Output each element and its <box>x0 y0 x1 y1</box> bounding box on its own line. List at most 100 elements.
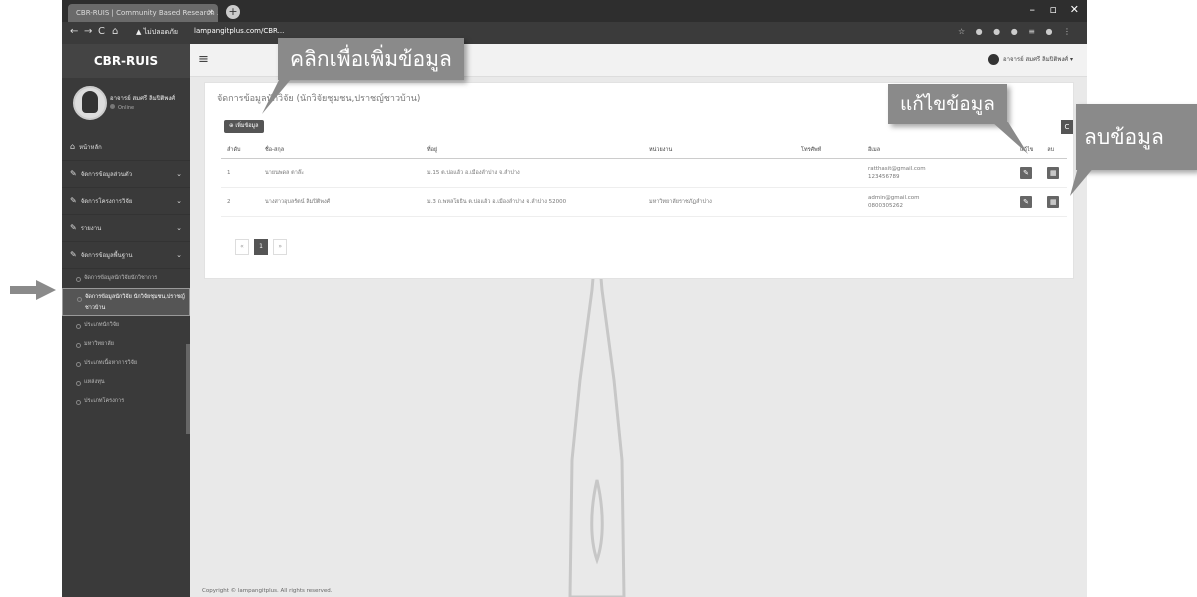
cell-org <box>643 158 795 188</box>
url-field[interactable]: lampangitplus.com/CBR... <box>194 27 284 35</box>
edit-icon[interactable]: ✎ <box>1020 196 1032 208</box>
sidebar-subitem-researcher-types[interactable]: ประเภทนักวิจัย <box>62 316 190 335</box>
footer-copyright: Copyright © lampangitplus. All rights re… <box>202 588 333 594</box>
column-header: ลำดับ <box>221 141 259 159</box>
home-icon[interactable]: ⌂ <box>112 26 118 37</box>
sidebar-subitem-community-researchers[interactable]: จัดการข้อมูลนักวิจัย นักวิจัยชุมชน,ปราชญ… <box>62 288 190 316</box>
sidebar-subitem-funding[interactable]: แหล่งทุน <box>62 373 190 392</box>
close-window-icon[interactable]: ✕ <box>1070 3 1079 16</box>
pagination-prev[interactable]: « <box>235 239 249 255</box>
sidebar-item-master-data[interactable]: ✎ จัดการข้อมูลพื้นฐาน ⌄ <box>62 242 190 269</box>
cell-phone <box>795 187 862 217</box>
trash-icon[interactable]: ▦ <box>1047 167 1060 179</box>
callout-add: คลิกเพื่อเพิ่มข้อมูล <box>278 38 464 80</box>
user-avatar-icon <box>987 54 999 65</box>
cell-address: ม.3 ถ.พหลโยธิน ต.บ่อแฮ้ว อ.เมืองลำปาง จ.… <box>421 187 643 217</box>
sidebar-item-home[interactable]: ⌂ หน้าหลัก <box>62 134 190 161</box>
column-header: ชื่อ-สกุล <box>259 141 421 159</box>
edit-icon[interactable]: ✎ <box>1020 167 1032 179</box>
sidebar-subitem-universities[interactable]: มหาวิทยาลัย <box>62 335 190 354</box>
cell-email: admin@gmail.com 0800305262 <box>862 187 1014 217</box>
user-menu[interactable]: อาจารย์ สมศรี ลิมปิติพงศ์ ▾ <box>987 54 1073 65</box>
cell-address: ม.15 ต.บ่อแฮ้ว อ.เมืองลำปาง จ.ลำปาง <box>421 158 643 188</box>
collapse-button[interactable]: C <box>1061 120 1073 134</box>
cell-no: 1 <box>221 158 259 188</box>
cell-delete: ▦ <box>1041 158 1067 188</box>
maximize-icon[interactable]: ▫ <box>1050 3 1057 16</box>
column-header: โทรศัพท์ <box>795 141 862 159</box>
cell-phone <box>795 158 862 188</box>
table-row: 1 นายนพดล ตาล๊ะ ม.15 ต.บ่อแฮ้ว อ.เมืองลำ… <box>221 158 1067 188</box>
column-header: ที่อยู่ <box>421 141 643 159</box>
cell-edit: ✎ <box>1014 158 1042 188</box>
topbar-user-name: อาจารย์ สมศรี ลิมปิติพงศ์ <box>1002 56 1069 63</box>
sidebar-subitem-academics[interactable]: จัดการข้อมูลนักวิจัยนักวิชาการ <box>62 269 190 288</box>
column-header: ลบ <box>1041 141 1067 159</box>
add-button[interactable]: ⊕ เพิ่มข้อมูล <box>224 120 264 133</box>
column-header: หน่วยงาน <box>643 141 795 159</box>
tab-title: CBR-RUIS | Community Based Research ... <box>76 9 218 17</box>
pagination-page[interactable]: 1 <box>254 239 269 255</box>
browser-tab[interactable]: CBR-RUIS | Community Based Research ... … <box>68 4 218 22</box>
new-tab-icon[interactable]: + <box>226 5 240 19</box>
chevron-down-icon: ⌄ <box>176 197 182 205</box>
edit-icon: ✎ <box>70 250 77 259</box>
address-bar: ← → C ⌂ ▲ ไม่ปลอดภัย lampangitplus.com/C… <box>62 22 1087 44</box>
cell-delete: ▦ <box>1041 187 1067 217</box>
edit-icon: ✎ <box>70 169 77 178</box>
sidebar-item-label: จัดการโครงการวิจัย <box>80 198 133 205</box>
browser-tab-bar: CBR-RUIS | Community Based Research ... … <box>62 0 1087 22</box>
sidebar-item-label: จัดการข้อมูลพื้นฐาน <box>80 252 133 259</box>
pagination: « 1 » <box>235 239 288 255</box>
insecure-label[interactable]: ▲ ไม่ปลอดภัย <box>136 27 178 38</box>
home-icon: ⌂ <box>70 142 76 151</box>
page-title: จัดการข้อมูลนักวิจัย (นักวิจัยชุมชน,ปราช… <box>217 94 421 104</box>
sidebar-item-profile[interactable]: ✎ จัดการข้อมูลส่วนตัว ⌄ <box>62 161 190 188</box>
sidebar-item-reports[interactable]: ✎ รายงาน ⌄ <box>62 215 190 242</box>
avatar <box>73 86 107 120</box>
user-status-text: Online <box>118 105 135 111</box>
cell-name: นางสาวอุบลรัตน์ ลิมปิติพงศ์ <box>259 187 421 217</box>
minimize-icon[interactable]: – <box>1030 3 1036 16</box>
sidebar-item-label: รายงาน <box>80 225 102 232</box>
cell-edit: ✎ <box>1014 187 1042 217</box>
table-header-row: ลำดับ ชื่อ-สกุล ที่อยู่ หน่วยงาน โทรศัพท… <box>221 141 1067 159</box>
sidebar-item-projects[interactable]: ✎ จัดการโครงการวิจัย ⌄ <box>62 188 190 215</box>
back-icon[interactable]: ← <box>70 26 78 37</box>
sidebar-item-label: จัดการข้อมูลส่วนตัว <box>80 171 133 178</box>
edit-icon: ✎ <box>70 196 77 205</box>
brand-title[interactable]: CBR-RUIS <box>62 44 190 78</box>
sidebar-subitem-research-content[interactable]: ประเภทเนื้อหาการวิจัย <box>62 354 190 373</box>
chevron-down-icon: ⌄ <box>176 170 182 178</box>
callout-edit: แก้ไขข้อมูล <box>888 84 1007 124</box>
sidebar-user-name: อาจารย์ สมศรี ลิมปิติพงศ์ <box>110 95 176 102</box>
user-panel: อาจารย์ สมศรี ลิมปิติพงศ์ Online <box>62 78 190 134</box>
add-button-label: เพิ่มข้อมูล <box>235 123 259 129</box>
tab-close-icon[interactable]: ✕ <box>207 4 214 22</box>
data-table: ลำดับ ชื่อ-สกุล ที่อยู่ หน่วยงาน โทรศัพท… <box>221 141 1067 217</box>
cell-email: ratthasit@gmail.com 123456789 <box>862 158 1014 188</box>
callout-add-pointer <box>262 78 292 114</box>
sidebar-item-label: หน้าหลัก <box>79 144 102 151</box>
extension-icons[interactable]: ☆ ● ● ● ≡ ● ⋮ <box>958 27 1075 36</box>
sidebar-subitem-project-types[interactable]: ประเภทโครงการ <box>62 392 190 411</box>
chevron-down-icon: ⌄ <box>176 224 182 232</box>
arrow-right-icon <box>10 280 56 300</box>
edit-icon: ✎ <box>70 223 77 232</box>
pagination-next[interactable]: » <box>273 239 288 255</box>
cell-no: 2 <box>221 187 259 217</box>
forward-icon[interactable]: → <box>84 26 92 37</box>
reload-icon[interactable]: C <box>98 26 105 37</box>
user-status: Online <box>110 104 134 111</box>
menu-toggle-icon[interactable]: ≡ <box>198 52 209 67</box>
sidebar-scrollbar[interactable] <box>186 344 190 434</box>
table-row: 2 นางสาวอุบลรัตน์ ลิมปิติพงศ์ ม.3 ถ.พหลโ… <box>221 187 1067 217</box>
insecure-text: ไม่ปลอดภัย <box>143 28 178 36</box>
callout-delete-pointer <box>1070 160 1100 196</box>
cell-name: นายนพดล ตาล๊ะ <box>259 158 421 188</box>
cell-org: มหาวิทยาลัยราชภัฏลำปาง <box>643 187 795 217</box>
trash-icon[interactable]: ▦ <box>1047 196 1060 208</box>
sidebar: CBR-RUIS อาจารย์ สมศรี ลิมปิติพงศ์ Onlin… <box>62 44 190 597</box>
chevron-down-icon: ⌄ <box>176 251 182 259</box>
callout-edit-pointer <box>992 122 1028 154</box>
